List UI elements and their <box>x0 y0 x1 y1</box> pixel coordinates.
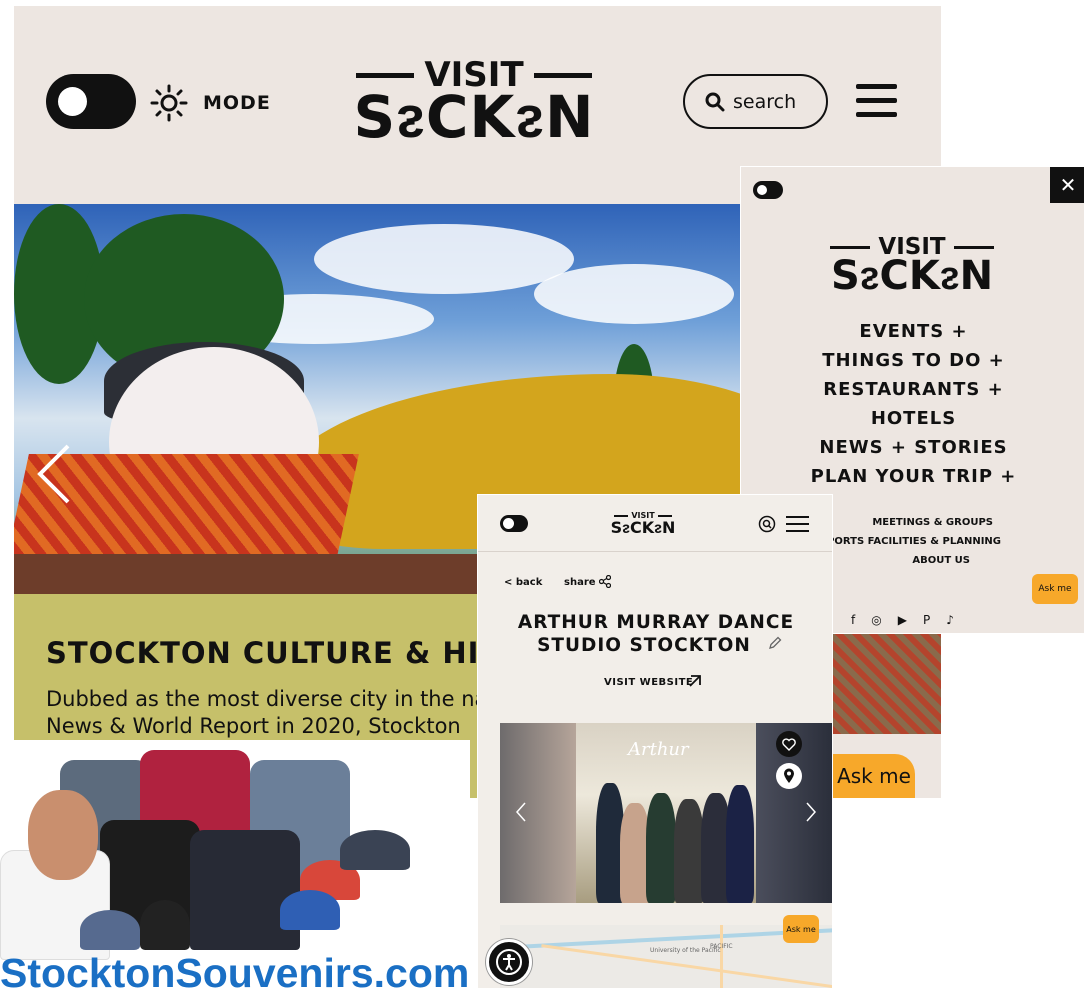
site-logo[interactable]: VISIT SᴤCKᴤN <box>339 58 609 146</box>
culture-heading: STOCKTON CULTURE & HIS <box>46 636 502 670</box>
menu-item-ports-facilities[interactable]: PORTS FACILITIES & PLANNING <box>827 534 1001 550</box>
mode-toggle[interactable] <box>500 515 528 532</box>
chevron-left-icon[interactable] <box>34 442 74 506</box>
arrow-up-right-icon[interactable] <box>688 674 702 688</box>
listing-title: ARTHUR MURRAY DANCE STUDIO STOCKTON <box>478 611 832 657</box>
menu-item-things-to-do[interactable]: THINGS TO DO + <box>822 348 1005 373</box>
menu-item-meetings-groups[interactable]: MEETINGS & GROUPS <box>872 515 993 531</box>
facebook-icon[interactable]: f <box>851 613 855 627</box>
ask-me-button-peek[interactable]: Ask me <box>833 754 915 798</box>
gallery-photo-sign: Arthur <box>628 739 689 760</box>
menu-item-hotels[interactable]: HOTELS <box>871 406 956 431</box>
favorite-button[interactable] <box>776 731 802 757</box>
logo-stockton-text: SᴤCKᴤN <box>830 253 994 299</box>
menu-main-list: EVENTS + THINGS TO DO + RESTAURANTS + HO… <box>741 319 1084 489</box>
ask-me-button[interactable]: Ask me <box>783 915 819 943</box>
tiktok-icon[interactable]: ♪ <box>946 613 954 627</box>
menu-item-events[interactable]: EVENTS + <box>859 319 967 344</box>
map-pin-icon <box>784 768 794 783</box>
share-icon[interactable] <box>599 575 611 588</box>
social-links: f ◎ ▶ P ♪ <box>851 613 954 627</box>
pinterest-icon[interactable]: P <box>923 613 930 627</box>
sun-icon[interactable] <box>150 84 188 122</box>
search-label: search <box>733 90 797 113</box>
logo-stockton-text: SᴤCKᴤN <box>353 83 595 151</box>
culture-description: Dubbed as the most diverse city in the n… <box>46 687 488 738</box>
listing-title-line1: ARTHUR MURRAY DANCE <box>517 612 795 633</box>
search-button[interactable]: search <box>683 74 828 129</box>
mode-label[interactable]: MODE <box>203 92 271 114</box>
mobile-listing-page: VISIT SᴤCKᴤN < back share ARTHUR MURRAY … <box>477 494 833 989</box>
ask-me-button[interactable]: Ask me <box>1032 574 1078 604</box>
chevron-right-icon[interactable] <box>804 801 818 823</box>
menu-item-news-stories[interactable]: NEWS + STORIES <box>819 435 1007 460</box>
site-logo[interactable]: VISIT SᴤCKᴤN <box>608 511 678 536</box>
search-icon[interactable] <box>758 515 776 533</box>
hamburger-icon[interactable] <box>786 516 809 532</box>
menu-item-about-us[interactable]: ABOUT US <box>912 553 970 569</box>
search-icon <box>705 92 725 111</box>
mode-toggle[interactable] <box>46 74 136 129</box>
map-label-pacific: PACIFIC <box>710 943 733 950</box>
pencil-icon[interactable] <box>768 636 782 650</box>
back-link[interactable]: < back <box>504 577 542 588</box>
chevron-left-icon[interactable] <box>514 801 528 823</box>
heart-icon <box>782 737 796 751</box>
listing-title-line2: STUDIO STOCKTON <box>537 635 751 656</box>
souvenir-site-link[interactable]: StocktonSouvenirs.com <box>0 950 469 997</box>
close-icon[interactable]: ✕ <box>1050 167 1084 203</box>
hamburger-icon[interactable] <box>856 84 897 117</box>
menu-item-restaurants[interactable]: RESTAURANTS + <box>823 377 1003 402</box>
mode-toggle[interactable] <box>753 181 783 199</box>
menu-item-plan-your-trip[interactable]: PLAN YOUR TRIP + <box>811 464 1017 489</box>
youtube-icon[interactable]: ▶ <box>898 613 907 627</box>
site-logo[interactable]: VISIT SᴤCKᴤN <box>817 235 1007 296</box>
instagram-icon[interactable]: ◎ <box>871 613 881 627</box>
share-link[interactable]: share <box>564 577 596 588</box>
accessibility-button[interactable] <box>486 939 532 985</box>
visit-website-link[interactable]: VISIT WEBSITE <box>604 677 693 688</box>
map-pin-button[interactable] <box>776 763 802 789</box>
accessibility-icon <box>496 949 522 975</box>
logo-stockton-text: SᴤCKᴤN <box>610 518 676 537</box>
